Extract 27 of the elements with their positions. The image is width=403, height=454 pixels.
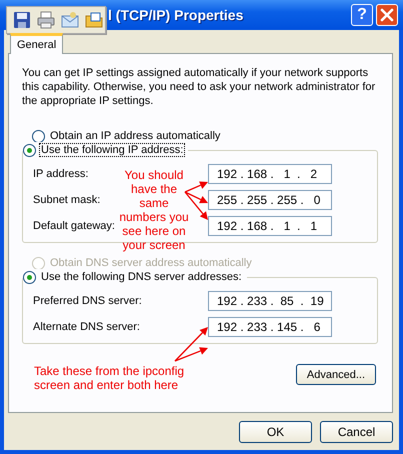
field-label: Subnet mask: <box>33 194 100 206</box>
close-button[interactable] <box>376 4 398 26</box>
field-label: Alternate DNS server: <box>33 321 140 333</box>
close-icon <box>380 8 394 22</box>
ip-field[interactable]: 192 . 168 . 1 . 1 <box>208 216 332 236</box>
folder-icon[interactable] <box>85 11 103 29</box>
printer-icon[interactable] <box>37 11 55 29</box>
annotation-text: Take these from the ipconfig screen and enter both here <box>34 364 184 392</box>
field-label: Default gateway: <box>33 220 115 232</box>
ip-field[interactable]: 192 . 233 . 145 . 6 <box>208 317 332 337</box>
ip-field[interactable]: 192 . 233 . 85 . 19 <box>208 291 332 311</box>
annotation-text: You should have the same numbers you see here on your screen <box>118 168 190 252</box>
advanced-button[interactable]: Advanced... <box>296 364 376 385</box>
help-button[interactable]: ? <box>351 4 373 26</box>
ok-button[interactable]: OK <box>239 421 312 443</box>
description-text: You can get IP settings assigned automatically if your network supports this capability. Otherwise, you need to ask your network administrator for the appropriate IP settings. <box>22 66 376 108</box>
cancel-button[interactable]: Cancel <box>320 421 393 443</box>
mail-icon[interactable] <box>61 11 79 29</box>
field-label: IP address: <box>33 168 88 180</box>
radio-button[interactable]: Use the following IP address: <box>23 142 188 158</box>
radio-button[interactable]: Use the following DNS server addresses: <box>23 269 247 285</box>
ip-field[interactable]: 192 . 168 . 1 . 2 <box>208 164 332 184</box>
window-title: l (TCP/IP) Properties <box>108 7 244 23</box>
tab[interactable]: General <box>10 33 64 54</box>
ip-field[interactable]: 255 . 255 . 255 . 0 <box>208 190 332 210</box>
save-icon[interactable] <box>13 11 31 29</box>
field-label: Preferred DNS server: <box>33 295 142 307</box>
